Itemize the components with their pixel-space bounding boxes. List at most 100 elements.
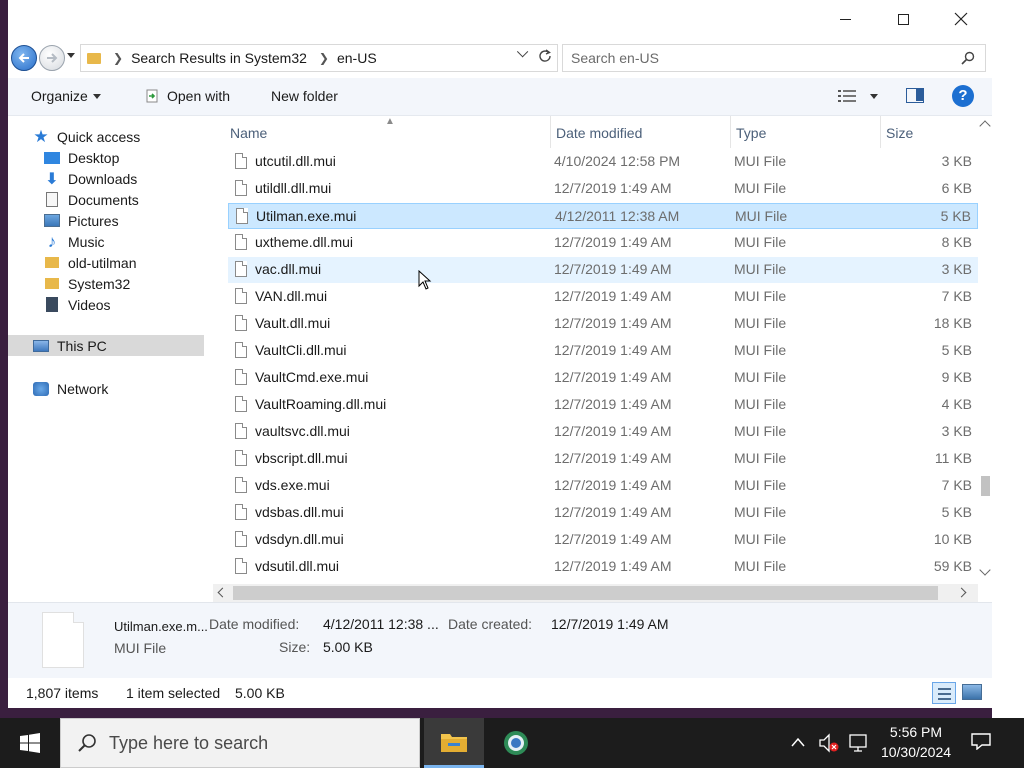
file-date: 12/7/2019 1:49 AM — [554, 423, 672, 439]
maximize-button[interactable] — [874, 0, 932, 38]
file-icon — [235, 369, 247, 385]
scroll-right-icon[interactable] — [956, 587, 967, 598]
file-date: 12/7/2019 1:49 AM — [554, 504, 672, 520]
column-header-size[interactable]: Size — [886, 125, 913, 141]
back-button[interactable] — [11, 45, 37, 71]
chevron-right-icon[interactable]: ❯ — [319, 51, 329, 65]
breadcrumb-segment[interactable]: Search Results in System32 — [131, 50, 307, 66]
view-options-dropdown[interactable] — [870, 94, 878, 99]
file-row[interactable]: vaultsvc.dll.mui 12/7/2019 1:49 AM MUI F… — [228, 419, 978, 445]
file-row[interactable]: utcutil.dll.mui 4/10/2024 12:58 PM MUI F… — [228, 149, 978, 175]
refresh-button[interactable] — [536, 48, 554, 66]
file-row[interactable]: Vault.dll.mui 12/7/2019 1:49 AM MUI File… — [228, 311, 978, 337]
taskbar-browser[interactable] — [486, 718, 546, 768]
change-view-icon[interactable] — [838, 89, 856, 103]
file-row-hovered[interactable]: vac.dll.mui 12/7/2019 1:49 AM MUI File 3… — [228, 257, 978, 283]
nav-item-network[interactable]: Network — [8, 378, 213, 399]
file-row[interactable]: VaultRoaming.dll.mui 12/7/2019 1:49 AM M… — [228, 392, 978, 418]
breadcrumb-segment[interactable]: en-US — [337, 50, 377, 66]
file-size: 3 KB — [941, 153, 972, 169]
nav-item-pictures[interactable]: Pictures — [8, 210, 213, 231]
file-row[interactable]: vbscript.dll.mui 12/7/2019 1:49 AM MUI F… — [228, 446, 978, 472]
document-icon — [46, 192, 58, 207]
nav-item-quick-access[interactable]: ★ Quick access — [8, 126, 213, 147]
file-name: vbscript.dll.mui — [255, 450, 348, 466]
large-icons-view-icon[interactable] — [962, 684, 982, 700]
maximize-icon — [897, 13, 909, 25]
column-divider[interactable] — [550, 116, 551, 148]
forward-button[interactable] — [39, 45, 65, 71]
file-row[interactable]: vdsdyn.dll.mui 12/7/2019 1:49 AM MUI Fil… — [228, 527, 978, 553]
taskbar-clock[interactable]: 5:56 PM 10/30/2024 — [870, 722, 962, 762]
column-header-name[interactable]: Name — [230, 125, 267, 141]
volume-muted-icon[interactable] — [818, 733, 840, 753]
nav-item-downloads[interactable]: ⬇ Downloads — [8, 168, 213, 189]
nav-item-documents[interactable]: Documents — [8, 189, 213, 210]
chevron-up-icon[interactable] — [790, 736, 806, 748]
nav-item-this-pc[interactable]: This PC — [8, 335, 204, 356]
search-icon — [78, 734, 96, 752]
music-note-icon: ♪ — [47, 231, 57, 251]
file-size: 3 KB — [941, 423, 972, 439]
file-list: ▲ Name Date modified Type Size utcutil.d… — [213, 116, 992, 588]
open-with-button[interactable]: Open with — [145, 88, 230, 104]
scroll-down-icon[interactable] — [979, 564, 991, 576]
help-icon[interactable]: ? — [952, 85, 974, 107]
taskbar-search-box[interactable]: Type here to search — [60, 718, 420, 768]
file-date: 12/7/2019 1:49 AM — [554, 315, 672, 331]
minimize-button[interactable] — [816, 0, 874, 38]
nav-item-desktop[interactable]: Desktop — [8, 147, 213, 168]
search-box[interactable] — [562, 44, 986, 72]
organize-button[interactable]: Organize — [31, 88, 101, 104]
search-input[interactable] — [571, 50, 951, 66]
scroll-left-icon[interactable] — [217, 587, 228, 598]
nav-item-music[interactable]: ♪ Music — [8, 231, 213, 252]
file-row[interactable]: uxtheme.dll.mui 12/7/2019 1:49 AM MUI Fi… — [228, 230, 978, 256]
selection-count: 1 item selected — [126, 685, 221, 701]
nav-item-old-utilman[interactable]: old-utilman — [8, 252, 213, 273]
folder-icon — [45, 257, 59, 268]
address-row: ❯ Search Results in System32 ❯ en-US — [8, 38, 992, 78]
details-size: 5.00 KB — [323, 639, 373, 655]
file-row[interactable]: vdsutil.dll.mui 12/7/2019 1:49 AM MUI Fi… — [228, 554, 978, 580]
file-size: 59 KB — [933, 558, 972, 574]
start-button[interactable] — [0, 718, 60, 768]
file-size: 18 KB — [933, 315, 972, 331]
file-row-selected[interactable]: Utilman.exe.mui 4/12/2011 12:38 AM MUI F… — [228, 203, 978, 229]
file-size: 4 KB — [941, 396, 972, 412]
vertical-scrollbar[interactable] — [978, 116, 992, 586]
recent-locations-dropdown[interactable] — [67, 53, 75, 58]
nav-item-system32[interactable]: System32 — [8, 273, 213, 294]
close-button[interactable] — [932, 0, 990, 38]
file-row[interactable]: VaultCli.dll.mui 12/7/2019 1:49 AM MUI F… — [228, 338, 978, 364]
search-icon[interactable] — [961, 51, 975, 65]
network-status-icon[interactable] — [848, 733, 870, 753]
file-date: 12/7/2019 1:49 AM — [554, 288, 672, 304]
details-file-name: Utilman.exe.m... — [114, 619, 208, 634]
column-header-date[interactable]: Date modified — [556, 125, 642, 141]
notification-icon[interactable] — [970, 732, 992, 750]
taskbar-file-explorer[interactable] — [424, 718, 484, 768]
scroll-up-icon[interactable] — [979, 120, 991, 132]
chevron-right-icon[interactable]: ❯ — [113, 51, 123, 65]
scrollbar-thumb[interactable] — [981, 476, 990, 496]
preview-pane-icon[interactable] — [906, 88, 924, 103]
file-row[interactable]: VaultCmd.exe.mui 12/7/2019 1:49 AM MUI F… — [228, 365, 978, 391]
column-header-type[interactable]: Type — [736, 125, 766, 141]
address-bar[interactable]: ❯ Search Results in System32 ❯ en-US — [80, 44, 558, 72]
nav-item-videos[interactable]: Videos — [8, 294, 213, 315]
details-file-type: MUI File — [114, 640, 167, 656]
column-divider[interactable] — [880, 116, 881, 148]
column-divider[interactable] — [730, 116, 731, 148]
new-folder-button[interactable]: New folder — [271, 88, 338, 104]
horizontal-scrollbar[interactable] — [213, 584, 978, 602]
file-type: MUI File — [734, 315, 787, 331]
file-row[interactable]: vds.exe.mui 12/7/2019 1:49 AM MUI File 7… — [228, 473, 978, 499]
file-row[interactable]: vdsbas.dll.mui 12/7/2019 1:49 AM MUI Fil… — [228, 500, 978, 526]
file-size: 7 KB — [941, 288, 972, 304]
file-row[interactable]: utildll.dll.mui 12/7/2019 1:49 AM MUI Fi… — [228, 176, 978, 202]
nav-item-label: Quick access — [57, 128, 141, 145]
scrollbar-thumb[interactable] — [233, 586, 938, 600]
file-row[interactable]: VAN.dll.mui 12/7/2019 1:49 AM MUI File 7… — [228, 284, 978, 310]
details-view-icon[interactable] — [932, 682, 956, 704]
